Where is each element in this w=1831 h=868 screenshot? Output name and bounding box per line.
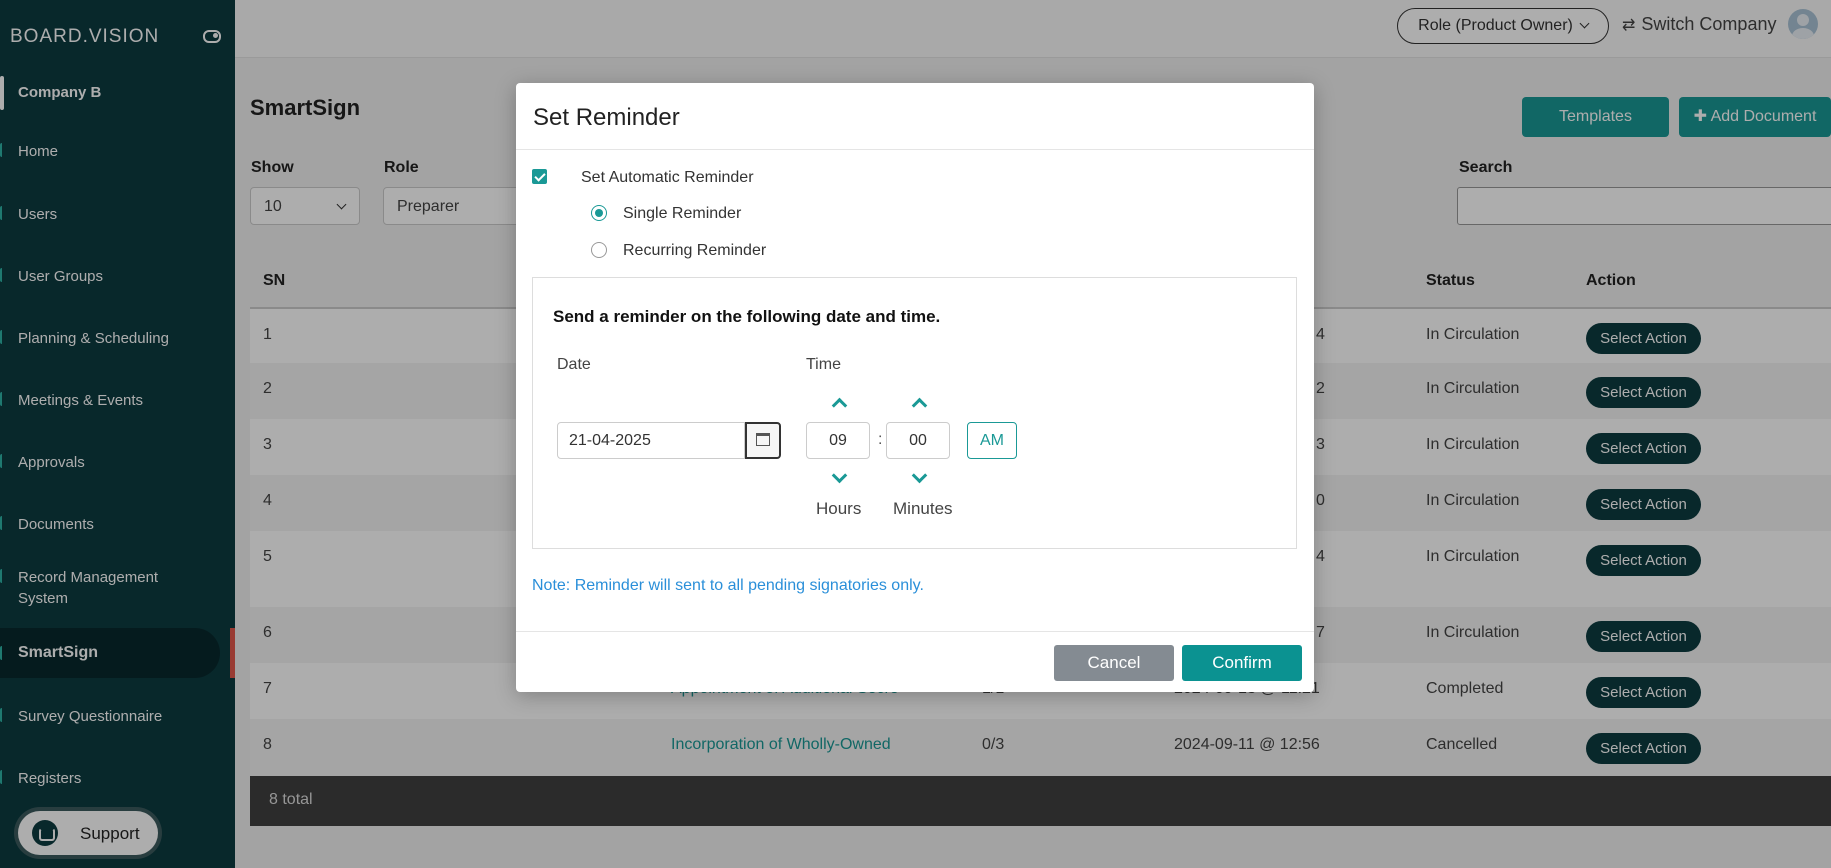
modal-title: Set Reminder (533, 104, 680, 131)
hours-up-icon[interactable] (831, 397, 848, 414)
confirm-button[interactable]: Confirm (1182, 645, 1302, 681)
calendar-button[interactable] (745, 422, 781, 459)
date-label: Date (557, 356, 591, 373)
auto-reminder-label: Set Automatic Reminder (581, 169, 754, 186)
minutes-down-icon[interactable] (911, 467, 928, 484)
modal-header: Set Reminder (516, 83, 1314, 150)
hours-input[interactable]: 09 (806, 422, 870, 459)
reminder-note: Note: Reminder will sent to all pending … (532, 577, 924, 594)
recurring-reminder-radio[interactable] (591, 242, 607, 258)
minutes-up-icon[interactable] (911, 397, 928, 414)
single-reminder-label: Single Reminder (623, 205, 742, 222)
recurring-reminder-label: Recurring Reminder (623, 242, 767, 259)
cancel-button[interactable]: Cancel (1054, 645, 1174, 681)
time-label: Time (806, 356, 841, 373)
panel-title: Send a reminder on the following date an… (553, 307, 941, 326)
modal-footer-divider (516, 631, 1314, 632)
time-separator: : (878, 431, 883, 448)
hours-down-icon[interactable] (831, 467, 848, 484)
ampm-toggle[interactable]: AM (967, 422, 1017, 459)
minutes-label: Minutes (893, 499, 953, 518)
hours-label: Hours (816, 499, 862, 518)
auto-reminder-checkbox[interactable] (532, 169, 547, 184)
single-reminder-radio[interactable] (591, 205, 607, 221)
set-reminder-modal: Set Reminder Set Automatic Reminder Sing… (516, 83, 1314, 692)
date-field[interactable]: 21-04-2025 (557, 422, 745, 459)
calendar-icon (756, 433, 770, 446)
minutes-input[interactable]: 00 (886, 422, 950, 459)
reminder-panel: Send a reminder on the following date an… (532, 277, 1297, 549)
